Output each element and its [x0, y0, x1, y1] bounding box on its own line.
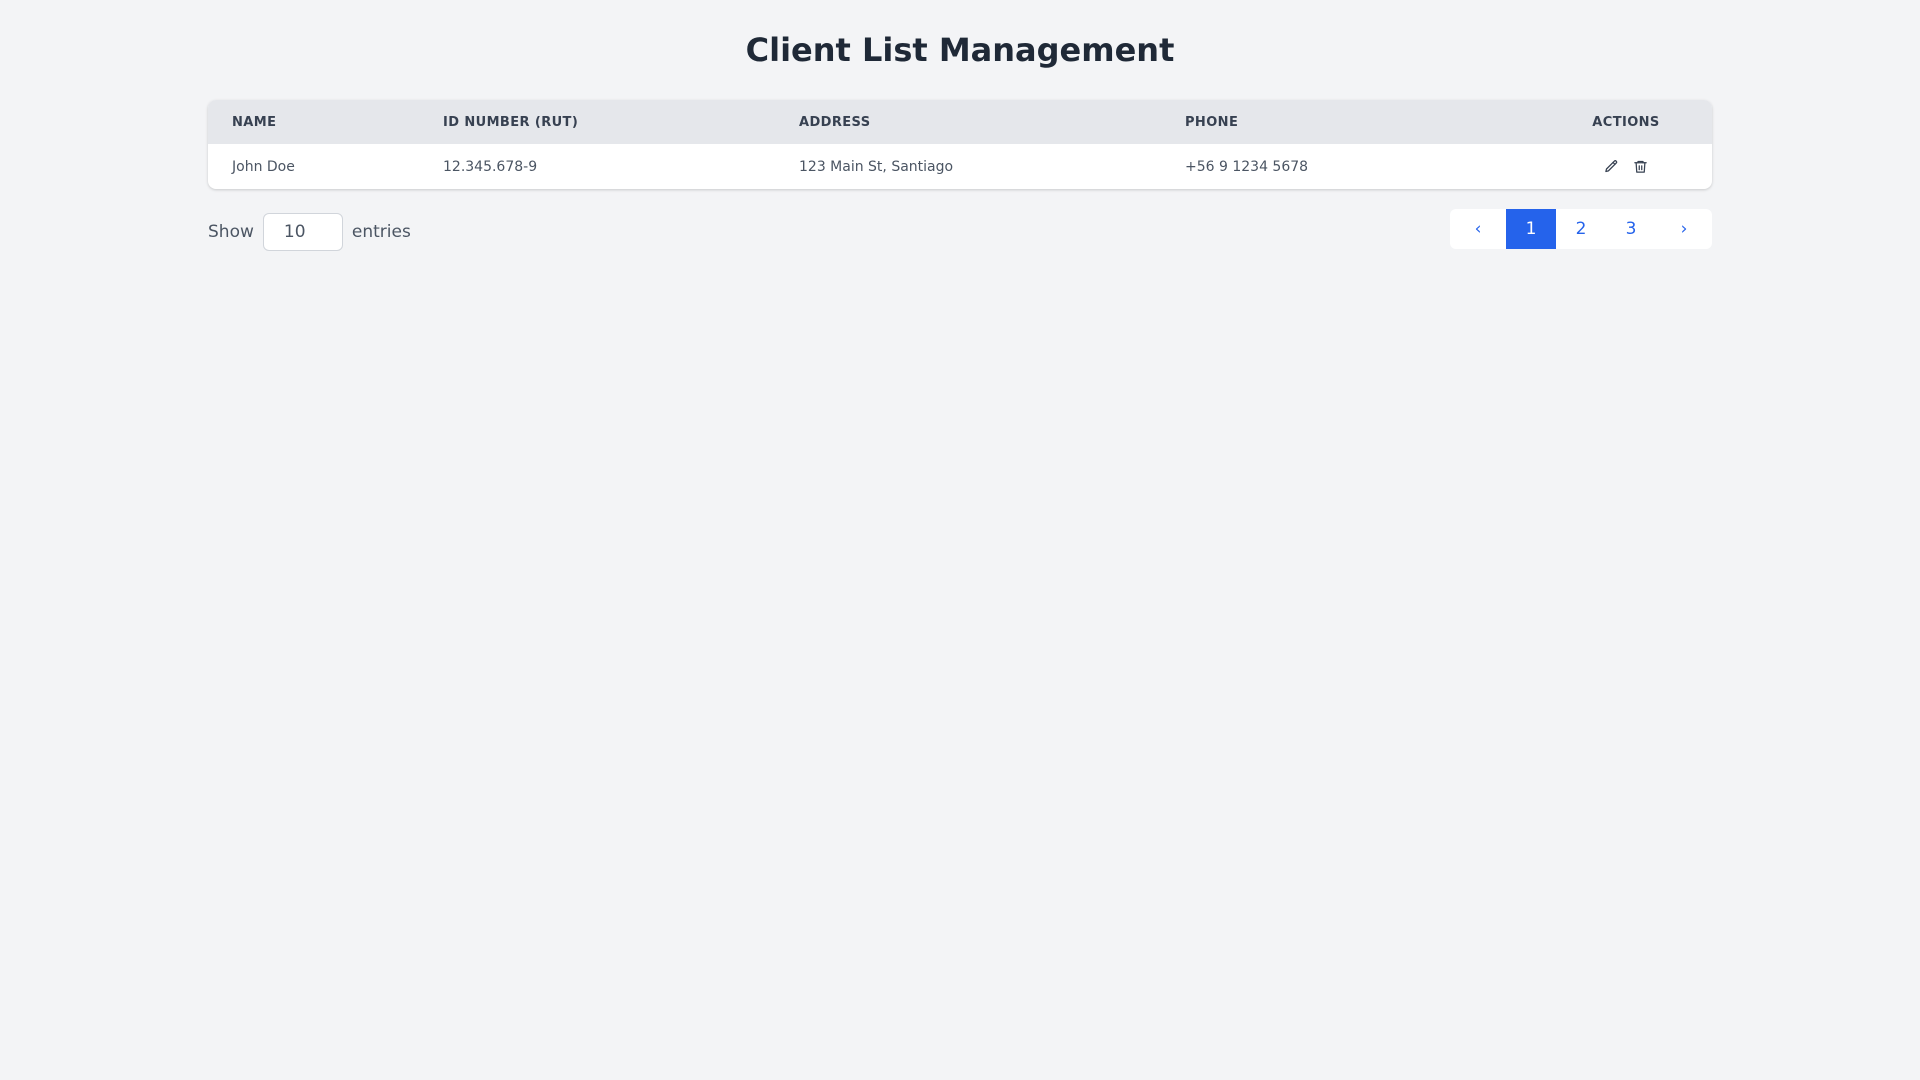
table-header: NAME ID NUMBER (RUT) ADDRESS PHONE ACTIO…: [208, 100, 1712, 144]
pagination: ‹ 1 2 3 ›: [1450, 209, 1712, 249]
cell-address: 123 Main St, Santiago: [799, 158, 954, 175]
cell-actions: [1540, 144, 1712, 189]
column-header-address: ADDRESS: [799, 114, 871, 130]
pagination-page-3[interactable]: 3: [1606, 209, 1656, 249]
pagination-page-2[interactable]: 2: [1556, 209, 1606, 249]
column-header-id-number: ID NUMBER (RUT): [443, 114, 579, 130]
page-title: Client List Management: [745, 31, 1175, 69]
delete-button[interactable]: [1630, 157, 1650, 177]
entries-per-page-input[interactable]: [262, 213, 343, 251]
page-container: Client List Management NAME ID NUMBER (R…: [208, 0, 1712, 269]
table-controls: Show entries ‹ 1 2 3 ›: [208, 209, 1712, 269]
client-table: NAME ID NUMBER (RUT) ADDRESS PHONE ACTIO…: [208, 100, 1712, 189]
table-header-row: NAME ID NUMBER (RUT) ADDRESS PHONE ACTIO…: [208, 100, 1712, 144]
column-header-name: NAME: [232, 114, 277, 130]
show-label: Show: [208, 222, 254, 242]
pagination-page-1[interactable]: 1: [1506, 209, 1556, 249]
entries-selector: Show entries: [208, 213, 411, 251]
table-row: John Doe 12.345.678-9 123 Main St, Santi…: [208, 144, 1712, 189]
edit-button[interactable]: [1602, 157, 1622, 177]
cell-name: John Doe: [232, 158, 295, 175]
cell-id-number: 12.345.678-9: [443, 158, 538, 175]
pagination-prev-button[interactable]: ‹: [1450, 209, 1506, 249]
table-body: John Doe 12.345.678-9 123 Main St, Santi…: [208, 144, 1712, 189]
pagination-next-button[interactable]: ›: [1656, 209, 1712, 249]
cell-phone: +56 9 1234 5678: [1185, 158, 1309, 175]
trash-icon: [1633, 160, 1647, 173]
edit-icon: [1605, 160, 1618, 173]
column-header-actions: ACTIONS: [1592, 114, 1660, 130]
column-header-phone: PHONE: [1185, 114, 1239, 130]
entries-label: entries: [351, 222, 411, 242]
client-table-card: NAME ID NUMBER (RUT) ADDRESS PHONE ACTIO…: [208, 100, 1712, 189]
